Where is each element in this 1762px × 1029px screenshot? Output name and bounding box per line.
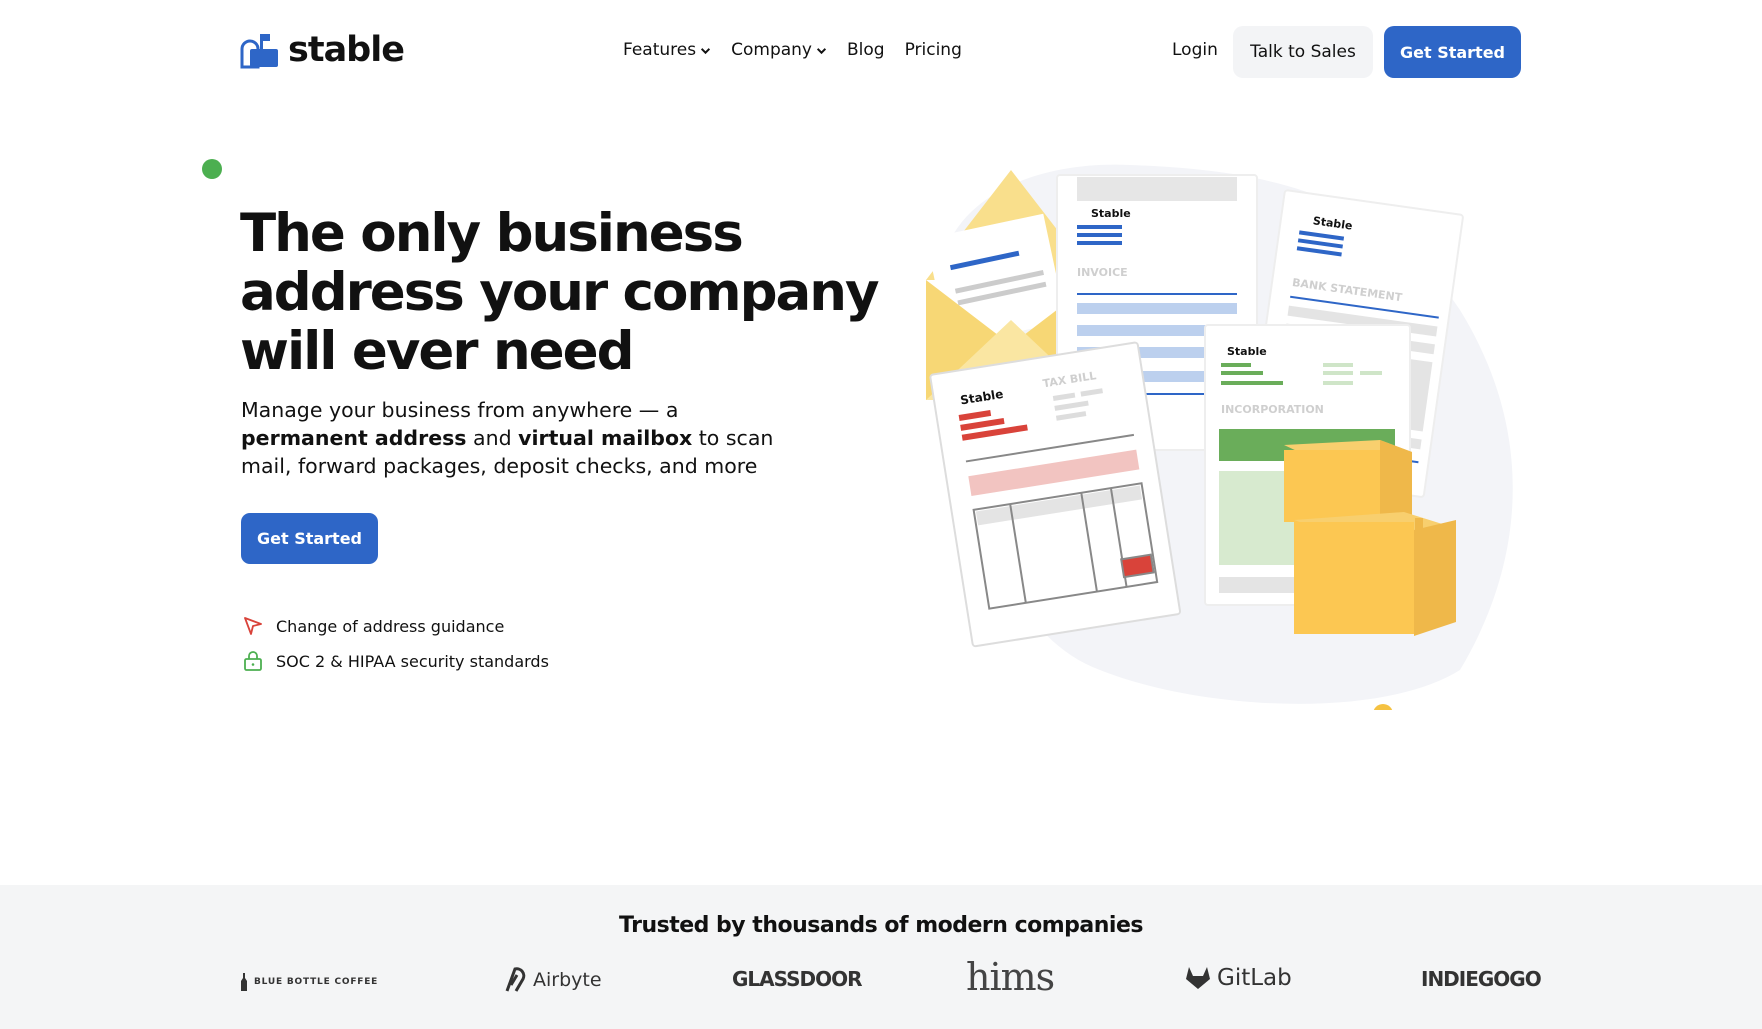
chevron-down-icon — [816, 47, 827, 54]
brand-name: INDIEGOGO — [1421, 967, 1542, 991]
brand-name: Airbyte — [533, 969, 602, 991]
chevron-down-icon — [701, 47, 711, 54]
menu-company-label: Company — [731, 40, 812, 60]
trusted-title: Trusted by thousands of modern companies — [619, 913, 1143, 938]
lock-icon — [244, 651, 262, 671]
menu-blog-label: Blog — [846, 40, 885, 60]
brand-name: GitLab — [1217, 965, 1292, 991]
nav-get-started-button[interactable]: Get Started — [1384, 26, 1521, 78]
bottle-icon — [241, 973, 247, 991]
brand-name: hims — [966, 955, 1055, 999]
hero-get-started-button[interactable]: Get Started — [241, 513, 378, 564]
top-navigation: stable Features Company Blog Pricing Log… — [0, 0, 1762, 104]
menu-company[interactable]: Company — [731, 40, 827, 60]
customer-logos: BLUE BOTTLE COFFEE Airbyte GLASSDOOR him… — [240, 955, 1542, 1007]
documents-illustration: Stable INVOICE Stable BANK STATEMENT Sta… — [925, 164, 1513, 710]
menu-pricing-label: Pricing — [904, 40, 962, 60]
hero-title: The only business address your company w… — [240, 203, 880, 382]
main-menu: Features Company Blog Pricing — [623, 40, 962, 60]
doc-brand-label: Stable — [1227, 345, 1267, 358]
airbyte-icon — [505, 967, 526, 992]
gitlab-logo: GitLab — [1185, 965, 1292, 991]
logo-text: stable — [288, 30, 405, 70]
blue-bottle-coffee-logo: BLUE BOTTLE COFFEE — [240, 973, 378, 991]
brand-name: GLASSDOOR — [732, 967, 863, 991]
tax-bill-document: Stable TAX BILL — [929, 341, 1182, 648]
feature-security: SOC 2 & HIPAA security standards — [242, 650, 549, 672]
trusted-section: Trusted by thousands of modern companies… — [0, 885, 1762, 1029]
incorporation-label: INCORPORATION — [1221, 403, 1324, 416]
doc-brand-label: Stable — [1091, 207, 1131, 220]
glassdoor-logo: GLASSDOOR — [732, 967, 863, 991]
menu-features[interactable]: Features — [623, 40, 711, 60]
decorative-yellow-dot — [1373, 704, 1393, 710]
login-link[interactable]: Login — [1172, 40, 1218, 60]
menu-blog[interactable]: Blog — [847, 40, 885, 60]
invoice-label: INVOICE — [1077, 266, 1128, 279]
hims-logo: hims — [966, 955, 1055, 999]
subtitle-part: Manage your business from anywhere — a — [241, 398, 679, 422]
stable-logo[interactable]: stable — [240, 30, 405, 70]
decorative-green-dot — [202, 159, 222, 179]
feature-text: Change of address guidance — [276, 616, 505, 636]
menu-features-label: Features — [623, 40, 697, 60]
menu-pricing[interactable]: Pricing — [905, 40, 962, 60]
subtitle-part: and — [466, 426, 519, 450]
talk-to-sales-button[interactable]: Talk to Sales — [1233, 26, 1373, 78]
brand-name: BLUE BOTTLE COFFEE — [254, 977, 379, 987]
feature-text: SOC 2 & HIPAA security standards — [276, 651, 549, 671]
mailbox-logo-icon — [240, 34, 278, 69]
feature-address-guidance: Change of address guidance — [242, 615, 504, 637]
subtitle-bold-mailbox: virtual mailbox — [518, 426, 693, 450]
hero-subtitle: Manage your business from anywhere — a p… — [241, 396, 801, 480]
airbyte-logo: Airbyte — [503, 967, 602, 993]
indiegogo-logo: INDIEGOGO — [1421, 967, 1542, 991]
gitlab-fox-icon — [1186, 967, 1210, 989]
cursor-arrow-icon — [244, 617, 262, 635]
subtitle-bold-address: permanent address — [241, 426, 467, 450]
